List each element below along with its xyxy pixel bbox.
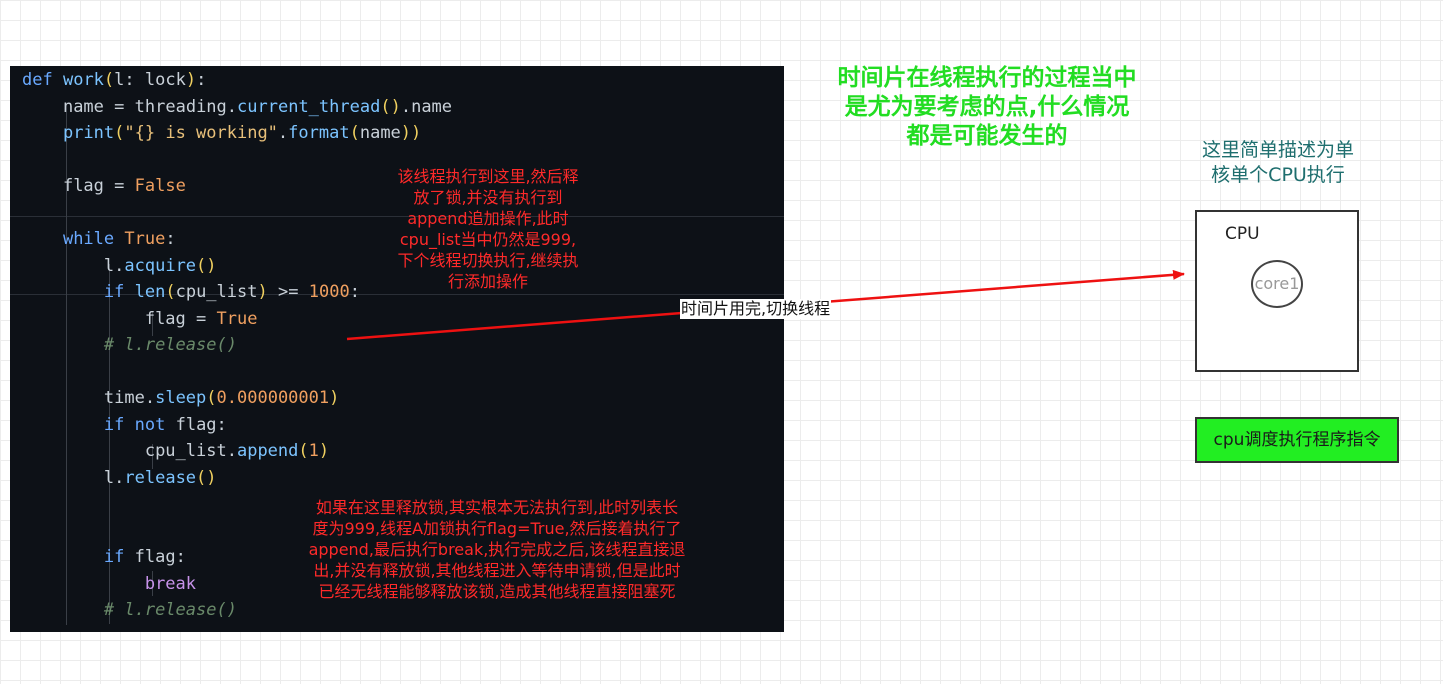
arrow-label: 时间片用完,切换线程 xyxy=(680,299,832,319)
time-slice-arrow xyxy=(346,269,1185,341)
